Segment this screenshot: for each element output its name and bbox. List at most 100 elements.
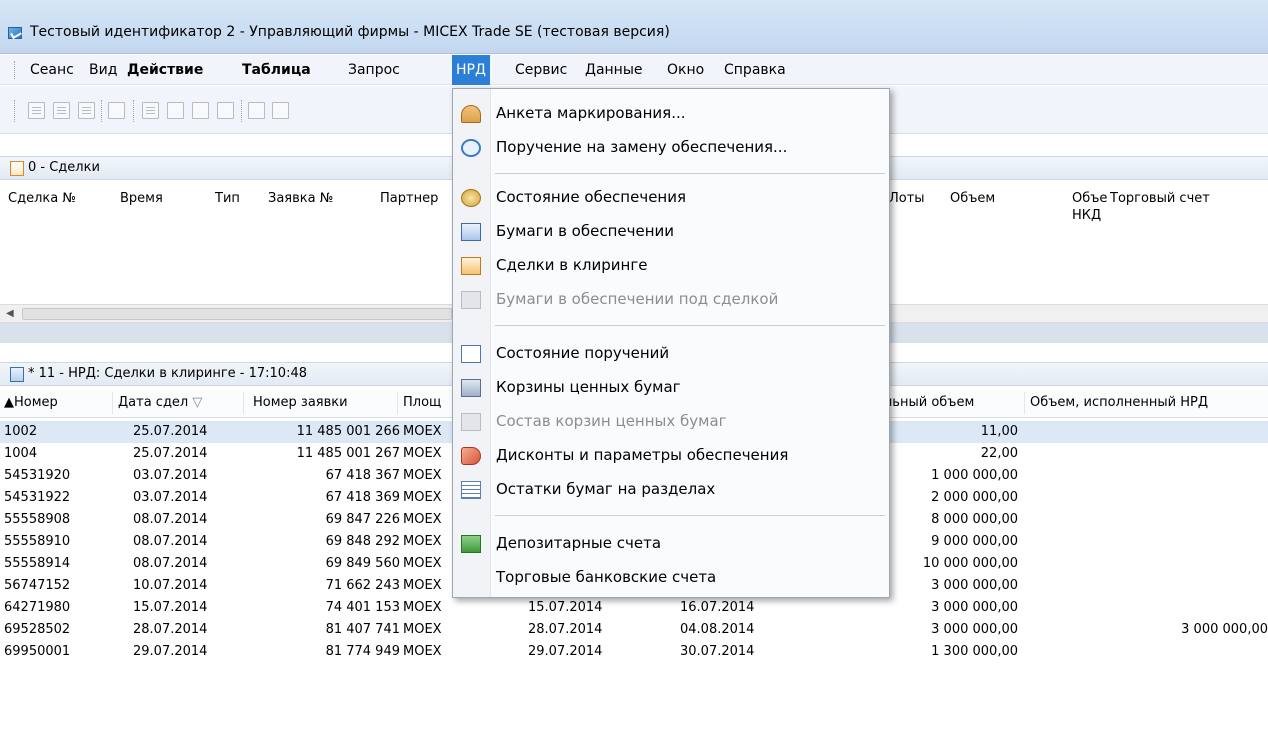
cell-number: 69528502 — [4, 622, 71, 637]
cell-volume: 2 000 000,00 — [931, 490, 1018, 505]
deals-col-volume[interactable]: Объем — [950, 191, 995, 206]
cell-number: 1002 — [4, 424, 38, 439]
hand-icon[interactable] — [248, 102, 265, 119]
cell-number: 54531922 — [4, 490, 71, 505]
deals-col-lots[interactable]: Лоты — [889, 191, 925, 206]
menu-item-label: Состояние обеспечения — [496, 188, 686, 206]
menu-view[interactable]: Вид — [85, 55, 121, 85]
menu-service[interactable]: Сервис — [511, 55, 571, 85]
menu-data[interactable]: Данные — [581, 55, 647, 85]
deals-col-partner[interactable]: Партнер — [380, 191, 438, 206]
cell-venue: MOEX — [403, 424, 442, 439]
cell-volume: 1 300 000,00 — [931, 644, 1018, 659]
cell-number: 55558914 — [4, 556, 71, 571]
filter-icon[interactable] — [167, 102, 184, 119]
order-status-icon — [461, 345, 481, 363]
deals-col-trading-account[interactable]: Торговый счет — [1110, 191, 1210, 206]
cell-volume: 8 000 000,00 — [931, 512, 1018, 527]
cell-venue: MOEX — [403, 446, 442, 461]
column-divider — [397, 392, 398, 414]
person-icon — [461, 105, 481, 123]
cell-order: 81 774 949 — [325, 644, 400, 659]
deals-panel-icon — [10, 161, 24, 176]
deals-col-type[interactable]: Тип — [215, 191, 240, 206]
deals-col-volume-nkd[interactable]: Объе — [1072, 191, 1107, 206]
table-row[interactable]: 64271980 15.07.2014 74 401 153 MOEX 15.07.20… — [0, 597, 1268, 619]
deals-panel-title: 0 - Сделки — [28, 160, 100, 175]
cell-number: 1004 — [4, 446, 38, 461]
cell-order: 71 662 243 — [325, 578, 400, 593]
cell-d1: 15.07.2014 — [528, 600, 603, 615]
tag-icon — [461, 447, 481, 465]
menu-item-label: Дисконты и параметры обеспечения — [496, 446, 789, 464]
menu-nrd[interactable]: НРД — [452, 55, 490, 85]
cell-order: 69 848 292 — [325, 534, 400, 549]
deals-col-time[interactable]: Время — [120, 191, 163, 206]
deals-col-order-no[interactable]: Заявка № — [268, 191, 333, 206]
cell-venue: MOEX — [403, 490, 442, 505]
menu-item-label: Торговые банковские счета — [496, 568, 717, 586]
col-number[interactable]: ▲Номер — [4, 395, 58, 410]
menu-window[interactable]: Окно — [663, 55, 708, 85]
menu-item-marking-form[interactable]: Анкета маркирования... — [453, 99, 889, 129]
menu-session[interactable]: Сеанс — [26, 55, 78, 85]
cell-order: 74 401 153 — [325, 600, 400, 615]
cell-volume: 10 000 000,00 — [922, 556, 1018, 571]
deals-col-deal-no[interactable]: Сделка № — [8, 191, 76, 206]
menu-item-collateral-replacement-order[interactable]: Поручение на замену обеспечения... — [453, 133, 889, 163]
menu-item-clearing-deals[interactable]: Сделки в клиринге — [453, 251, 889, 281]
col-order-number[interactable]: Номер заявки — [253, 395, 348, 410]
filter-icon[interactable]: ▽ — [188, 395, 202, 410]
menu-item-section-balances[interactable]: Остатки бумаг на разделах — [453, 475, 889, 505]
menu-item-collateral-status[interactable]: Состояние обеспечения — [453, 183, 889, 213]
col-deal-date[interactable]: Дата сдел ▽ — [118, 395, 202, 410]
menu-action[interactable]: Действие — [123, 55, 207, 85]
menu-item-order-status[interactable]: Состояние поручений — [453, 339, 889, 369]
menu-item-depository-accounts[interactable]: Депозитарные счета — [453, 529, 889, 559]
menubar-grip — [14, 61, 17, 79]
nrd-securities-icon — [461, 223, 481, 241]
cell-date: 03.07.2014 — [133, 468, 208, 483]
toolbar-separator — [101, 100, 102, 122]
cell-order: 11 485 001 266 — [296, 424, 400, 439]
menu-query[interactable]: Запрос — [344, 55, 404, 85]
cell-date: 08.07.2014 — [133, 534, 208, 549]
window-title: Тестовый идентификатор 2 - Управляющий ф… — [30, 24, 670, 40]
menu-help[interactable]: Справка — [720, 55, 790, 85]
scroll-left-icon[interactable]: ◀ — [6, 308, 14, 319]
menu-item-trading-bank-accounts[interactable]: Торговые банковские счета — [453, 563, 889, 593]
table-icon[interactable] — [142, 102, 159, 119]
table-row[interactable]: 69950001 29.07.2014 81 774 949 MOEX 29.07.20… — [0, 641, 1268, 663]
menu-item-securities-baskets[interactable]: Корзины ценных бумаг — [453, 373, 889, 403]
scrollbar-thumb[interactable] — [22, 308, 452, 320]
cell-date: 08.07.2014 — [133, 512, 208, 527]
new-document-icon[interactable] — [28, 102, 45, 119]
cell-d2: 16.07.2014 — [680, 600, 755, 615]
menu-table[interactable]: Таблица — [238, 55, 315, 85]
edit-document-icon[interactable] — [53, 102, 70, 119]
copy-document-icon[interactable] — [78, 102, 95, 119]
menu-item-label: Сделки в клиринге — [496, 256, 648, 274]
balance-icon — [461, 481, 481, 499]
table-row[interactable]: 69528502 28.07.2014 81 407 741 MOEX 28.07.20… — [0, 619, 1268, 641]
toolbar-grip — [14, 100, 15, 122]
title-bar: Тестовый идентификатор 2 - Управляющий ф… — [0, 0, 1268, 54]
col-executed-nrd[interactable]: Объем, исполненный НРД — [1030, 395, 1208, 410]
col-volume[interactable]: льный объем — [884, 395, 974, 410]
cell-volume: 3 000 000,00 — [931, 600, 1018, 615]
window-icon[interactable] — [192, 102, 209, 119]
cell-volume: 3 000 000,00 — [931, 578, 1018, 593]
cell-date: 15.07.2014 — [133, 600, 208, 615]
cell-d2: 30.07.2014 — [680, 644, 755, 659]
menu-item-securities-in-collateral[interactable]: Бумаги в обеспечении — [453, 217, 889, 247]
export-icon[interactable] — [108, 102, 125, 119]
menu-item-securities-under-deal: Бумаги в обеспечении под сделкой — [453, 285, 889, 315]
deals-col-nkd: НКД — [1072, 208, 1102, 223]
chart-icon[interactable] — [217, 102, 234, 119]
col-venue[interactable]: Площ — [403, 395, 441, 410]
menu-item-label: Анкета маркирования... — [496, 104, 686, 122]
nrd-clearing-icon — [461, 257, 481, 275]
app-icon — [8, 27, 22, 39]
menu-item-discounts-parameters[interactable]: Дисконты и параметры обеспечения — [453, 441, 889, 471]
folder-icon[interactable] — [272, 102, 289, 119]
